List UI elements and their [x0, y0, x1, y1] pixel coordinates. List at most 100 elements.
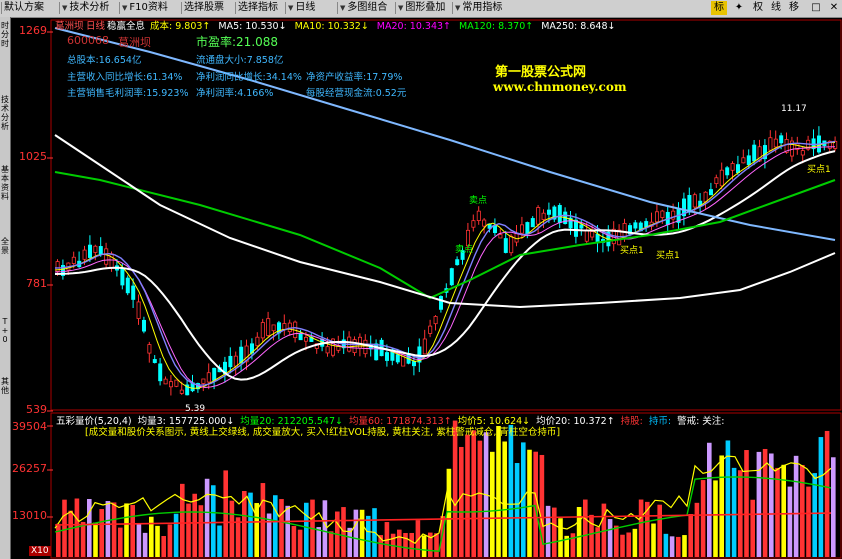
candle-body	[574, 219, 579, 237]
volume-bar	[713, 480, 718, 557]
volume-bar	[217, 525, 222, 557]
candle-body	[174, 379, 179, 387]
volume-bar	[155, 525, 160, 557]
candle-body	[525, 222, 530, 235]
candle-body	[384, 352, 389, 361]
volume-bar	[434, 533, 439, 557]
volume-label-3: 13010	[12, 509, 47, 522]
ma-item-5: MA250: 8.648↓	[541, 21, 615, 32]
volume-legend: [成交量和股价关系图示, 黄线上交绿线, 成交量放大, 买入!红柱VOL持股, …	[85, 427, 561, 438]
candle-body	[71, 256, 76, 264]
ma-item-4: MA120: 8.370↑	[459, 21, 533, 32]
volume-label-2: 26257	[12, 462, 47, 475]
header-stock-name: 葛洲坝	[55, 21, 84, 32]
volume-bar	[669, 536, 675, 557]
volume-bar	[421, 535, 427, 557]
candle-body	[719, 169, 724, 187]
volume-bar	[471, 430, 476, 557]
candle-body	[168, 381, 173, 388]
volume-bar	[756, 451, 762, 557]
volume-bar	[620, 534, 625, 557]
price-label-2: 1025	[19, 150, 47, 163]
ma-item-label: MA250:	[541, 21, 578, 32]
volume-bar	[570, 533, 576, 557]
volume-bar	[632, 528, 638, 557]
candle-body	[93, 245, 98, 253]
volume-bar	[124, 503, 129, 557]
candle-body	[266, 318, 271, 336]
ma250-line	[54, 27, 836, 241]
ma-legend: 成本: 9.803↑ MA5: 10.530↓ MA10: 10.332↓ MA20:…	[150, 18, 623, 32]
volume-bar	[552, 507, 557, 557]
volume-bar	[118, 527, 123, 557]
volume-bar	[260, 483, 266, 557]
volume-bar	[806, 486, 811, 557]
ma-item-value: 9.803↑	[172, 21, 211, 32]
ma-item-label: MA10:	[294, 21, 325, 32]
volume-bar	[638, 499, 644, 557]
candle-body	[179, 389, 184, 394]
candle-body	[120, 268, 125, 286]
candle-body	[520, 224, 525, 234]
volume-bar	[831, 457, 836, 557]
volume-bar	[707, 442, 712, 557]
volume-bar	[366, 515, 371, 557]
volume-bar	[161, 536, 166, 557]
net-margin: 净利润率:4.166%	[196, 88, 274, 99]
candle-body	[709, 189, 714, 196]
revenue-growth: 主营收入同比增长:61.34%	[67, 72, 183, 83]
candle-body	[438, 296, 443, 310]
candle-body	[736, 164, 741, 173]
annotation-sell-2: 卖点	[455, 245, 474, 255]
volume-bar	[99, 509, 104, 557]
volume-bar	[775, 467, 780, 557]
volume-bar	[459, 446, 464, 557]
volume-bar	[626, 532, 631, 557]
volume-bar	[744, 450, 749, 557]
candle-body	[730, 163, 735, 171]
candle-body	[536, 207, 541, 225]
volume-bar	[663, 533, 669, 557]
candle-body	[703, 191, 708, 203]
candle-body	[88, 244, 93, 258]
volume-bar	[607, 519, 613, 557]
candle-body	[779, 135, 784, 144]
volume-bar	[800, 464, 805, 557]
chart-canvas[interactable]	[0, 0, 842, 559]
annotation-buy-1: 买点1	[620, 246, 644, 256]
candle-body	[752, 144, 757, 162]
volume-bar	[80, 521, 86, 557]
candle-body	[746, 155, 751, 166]
candle-body	[152, 359, 157, 363]
candle-body	[325, 346, 330, 354]
candle-body	[644, 221, 649, 228]
watermark-url: www.chnmoney.com	[493, 80, 627, 94]
volume-bar	[192, 493, 197, 557]
candle-body	[422, 338, 427, 355]
volume-bar	[719, 455, 724, 557]
volume-bar	[297, 529, 303, 557]
candle-body	[125, 277, 130, 294]
volume-unit: X10	[29, 546, 51, 556]
candle-body	[498, 234, 503, 239]
volume-bar	[304, 502, 309, 557]
candle-body	[98, 246, 103, 255]
volume-bar	[353, 509, 359, 557]
volume-bar	[68, 510, 73, 557]
annotation-buy-2: 买点1	[656, 251, 680, 261]
volume-bar	[111, 502, 117, 557]
volume-bar	[738, 470, 743, 557]
ma-item-1: MA5: 10.530↓	[218, 21, 286, 32]
candle-body	[509, 235, 514, 254]
candle-body	[131, 285, 136, 300]
volume-bar	[576, 507, 582, 557]
ma-item-value: 8.648↓	[577, 21, 616, 32]
candle-body	[557, 205, 562, 223]
volume-bar	[130, 504, 135, 557]
candle-body	[136, 301, 141, 319]
candle-body	[530, 218, 535, 228]
candle-body	[725, 167, 730, 176]
high-price-marker: 11.17	[781, 104, 807, 114]
candle-body	[579, 224, 584, 229]
candle-body	[411, 361, 416, 367]
